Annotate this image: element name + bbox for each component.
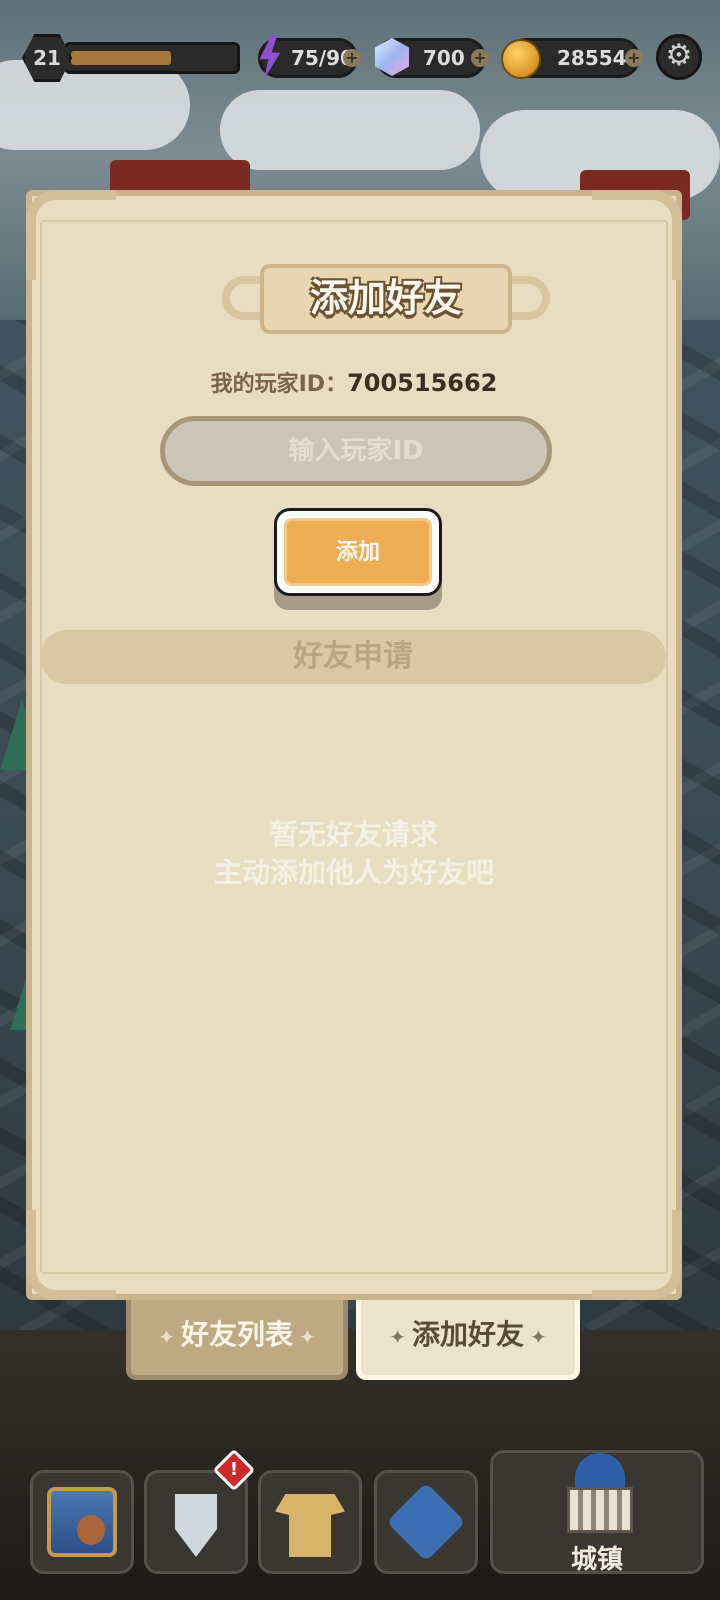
- panel-title: 添加好友: [260, 264, 512, 334]
- sword-icon: [175, 1494, 217, 1557]
- xp-bar: [64, 42, 240, 74]
- arrow-ornament-icon: ✦: [158, 1325, 175, 1349]
- player-id-input[interactable]: [160, 416, 552, 486]
- empty-requests-message: 暂无好友请求 主动添加他人为好友吧: [32, 816, 676, 892]
- coin-icon: [501, 39, 541, 79]
- gear-icon[interactable]: ⚙: [656, 34, 702, 80]
- corner-ornament: [26, 190, 116, 280]
- game-screen: 21 75/90 + 700 + 28554 + ⚙ 添加好友 我的玩家ID：7…: [0, 0, 720, 1600]
- plus-icon[interactable]: +: [625, 49, 643, 67]
- nav-chest[interactable]: [30, 1470, 134, 1574]
- tab-friend-list[interactable]: ✦ 好友列表 ✦: [126, 1300, 348, 1380]
- empty-line-2: 主动添加他人为好友吧: [213, 856, 494, 889]
- town-label: 城镇: [570, 1545, 623, 1575]
- plus-icon[interactable]: +: [471, 49, 489, 67]
- coin-counter[interactable]: 28554 +: [501, 38, 643, 79]
- my-id-value: 700515662: [347, 369, 498, 397]
- add-friend-panel: 添加好友 我的玩家ID：700515662 添加 好友申请 暂无好友请求 主动添…: [26, 190, 682, 1300]
- my-player-id: 我的玩家ID：700515662: [32, 366, 676, 398]
- empty-line-1: 暂无好友请求: [269, 818, 438, 851]
- nav-map[interactable]: [374, 1470, 478, 1574]
- gem-icon: [375, 38, 409, 76]
- status-bar: 21 75/90 + 700 + 28554 + ⚙: [0, 30, 720, 86]
- nav-armor[interactable]: [258, 1470, 362, 1574]
- chest-icon: [47, 1487, 117, 1557]
- tab-label: 好友列表: [180, 1318, 293, 1351]
- energy-counter[interactable]: 75/90 +: [258, 35, 361, 79]
- add-button-wrap: 添加: [274, 508, 442, 610]
- xp-bar-fill: [71, 51, 171, 65]
- alert-mark: !: [229, 1459, 239, 1480]
- map-icon: [386, 1482, 466, 1562]
- corner-ornament: [26, 1210, 116, 1300]
- nav-town[interactable]: 城镇: [490, 1450, 704, 1575]
- tab-label: 添加好友: [411, 1318, 524, 1351]
- add-button-label: 添加: [284, 518, 432, 586]
- gem-value: 700: [423, 46, 465, 70]
- arrow-ornament-icon: ✦: [299, 1325, 316, 1349]
- arrow-ornament-icon: ✦: [530, 1325, 547, 1349]
- cloud: [220, 90, 480, 170]
- level-badge: 21: [22, 34, 72, 82]
- arrow-ornament-icon: ✦: [389, 1325, 406, 1349]
- corner-ornament: [592, 1210, 682, 1300]
- plus-icon[interactable]: +: [343, 49, 361, 67]
- add-button[interactable]: 添加: [274, 508, 442, 596]
- corner-ornament: [592, 190, 682, 280]
- gem-counter[interactable]: 700 +: [375, 38, 489, 78]
- nav-equipment[interactable]: !: [144, 1448, 256, 1574]
- armor-icon: [275, 1494, 345, 1557]
- town-hall-icon: [567, 1453, 633, 1533]
- town-columns: [567, 1487, 633, 1533]
- friend-requests-header: 好友申请: [40, 630, 666, 684]
- title-plate: 添加好友: [222, 264, 550, 334]
- lightning-icon: [259, 35, 281, 79]
- my-id-label: 我的玩家ID：: [210, 372, 348, 397]
- tab-add-friend[interactable]: ✦ 添加好友 ✦: [356, 1300, 580, 1380]
- town-dome: [575, 1453, 625, 1487]
- coin-value: 28554: [557, 46, 627, 70]
